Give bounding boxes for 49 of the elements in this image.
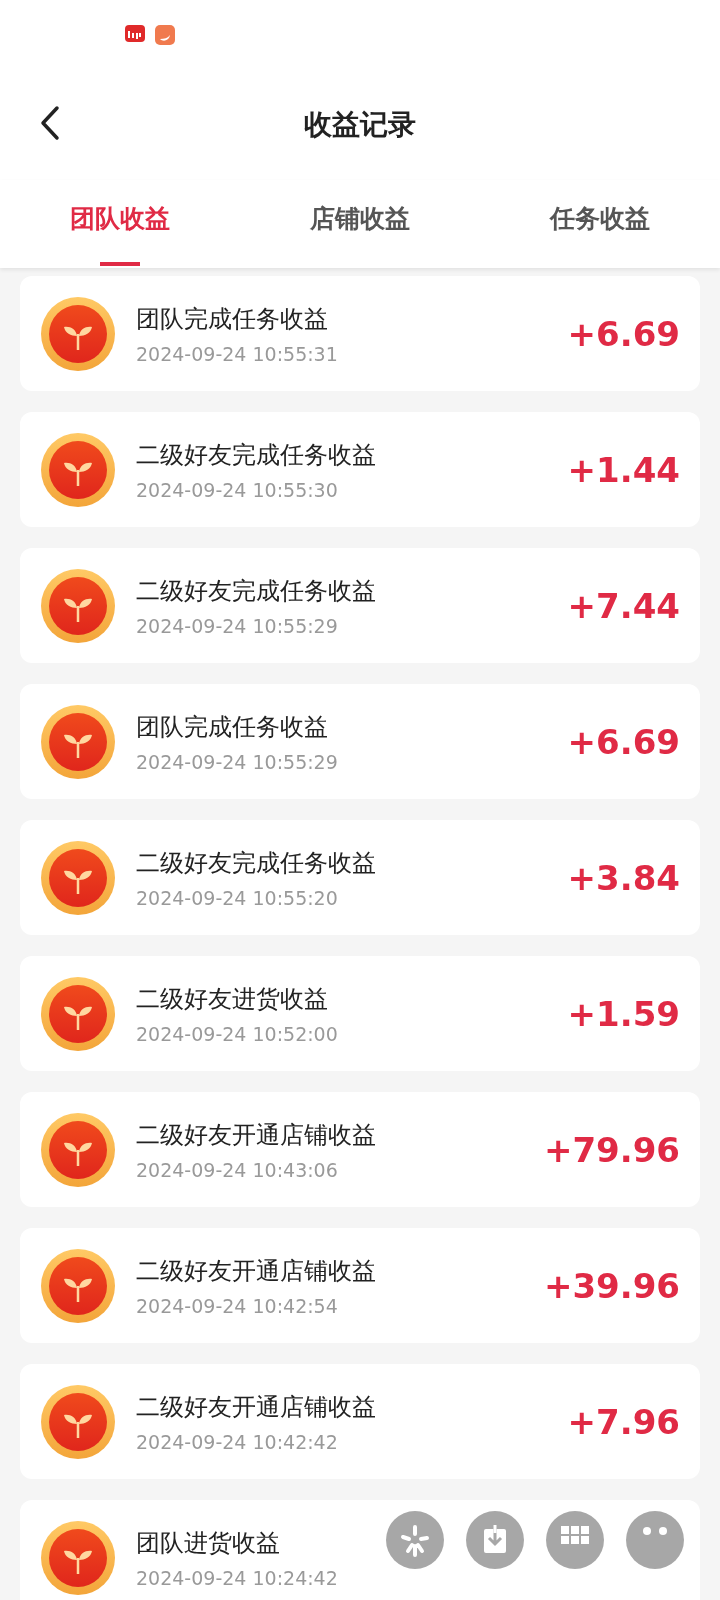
grid-icon[interactable]	[546, 1511, 604, 1569]
tab[interactable]: 店铺收益	[240, 180, 480, 268]
tab[interactable]: 任务收益	[480, 180, 720, 268]
page-title: 收益记录	[304, 107, 416, 143]
record-time: 2024-09-24 10:43:06	[136, 1158, 338, 1181]
record-title: 二级好友开通店铺收益	[136, 1255, 376, 1287]
record-amount: +7.96	[567, 1401, 680, 1442]
record-amount: +7.44	[567, 585, 680, 626]
record-amount: +3.84	[567, 857, 680, 898]
record-title: 二级好友进货收益	[136, 983, 328, 1015]
sprout-icon	[40, 431, 116, 508]
record-time: 2024-09-24 10:55:29	[136, 750, 338, 773]
record-title: 二级好友完成任务收益	[136, 847, 376, 879]
record-amount: +39.96	[543, 1265, 680, 1306]
back-icon[interactable]	[40, 105, 60, 141]
record-amount: +1.44	[567, 449, 680, 490]
record-title: 二级好友完成任务收益	[136, 575, 376, 607]
sprout-icon	[40, 1519, 116, 1596]
sprout-icon	[40, 703, 116, 780]
sprout-icon	[40, 975, 116, 1052]
sprout-icon	[40, 1383, 116, 1460]
sprout-icon	[40, 567, 116, 644]
record-time: 2024-09-24 10:52:00	[136, 1022, 338, 1045]
record-time: 2024-09-24 10:42:42	[136, 1430, 338, 1453]
sprout-icon	[40, 295, 116, 372]
asterisk-icon[interactable]	[386, 1511, 444, 1569]
record-amount: +1.59	[567, 993, 680, 1034]
record-title: 团队完成任务收益	[136, 711, 328, 743]
download-icon[interactable]	[466, 1511, 524, 1569]
record-time: 2024-09-24 10:42:54	[136, 1294, 338, 1317]
record-amount: +6.69	[567, 721, 680, 762]
record-time: 2024-09-24 10:55:29	[136, 614, 338, 637]
record-amount: +79.96	[543, 1129, 680, 1170]
record-time: 2024-09-24 10:55:30	[136, 478, 338, 501]
sprout-icon	[40, 1247, 116, 1324]
record-time: 2024-09-24 10:55:31	[136, 342, 338, 365]
app-icon	[154, 24, 176, 46]
record-time: 2024-09-24 10:55:20	[136, 886, 338, 909]
sprout-icon	[40, 1111, 116, 1188]
record-title: 团队完成任务收益	[136, 303, 328, 335]
record-title: 团队进货收益	[136, 1527, 280, 1559]
record-title: 二级好友开通店铺收益	[136, 1119, 376, 1151]
tab[interactable]: 团队收益	[0, 180, 240, 268]
record-title: 二级好友完成任务收益	[136, 439, 376, 471]
more-icon[interactable]	[626, 1511, 684, 1569]
record-title: 二级好友开通店铺收益	[136, 1391, 376, 1423]
record-amount: +6.69	[567, 313, 680, 354]
record-time: 2024-09-24 10:24:42	[136, 1566, 338, 1589]
sprout-icon	[40, 839, 116, 916]
